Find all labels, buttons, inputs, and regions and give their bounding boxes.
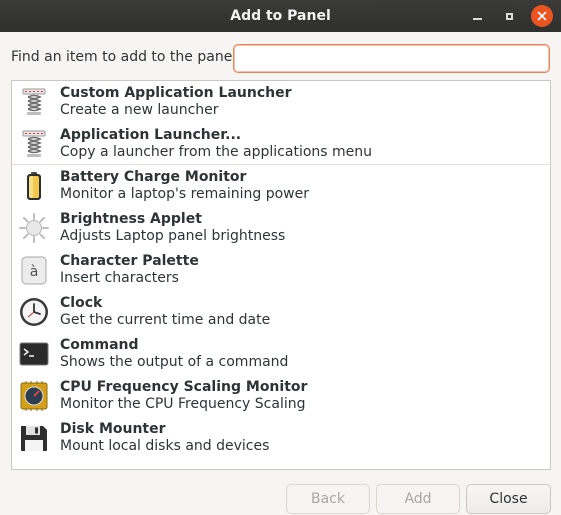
item-description: Monitor a laptop's remaining power bbox=[60, 186, 309, 202]
item-name: Disk Mounter bbox=[60, 421, 166, 437]
list-item[interactable]: Application Launcher... Copy a launcher … bbox=[12, 123, 550, 165]
list-item[interactable]: Clock Get the current time and date bbox=[12, 291, 550, 333]
maximize-button[interactable] bbox=[498, 5, 520, 27]
item-name: Character Palette bbox=[60, 253, 199, 269]
list-item-partial[interactable] bbox=[12, 459, 550, 469]
maximize-icon bbox=[505, 12, 513, 20]
find-label: Find an item to add to the panel: bbox=[11, 49, 241, 65]
launcher-spring-icon bbox=[22, 130, 46, 157]
item-description: Shows the output of a command bbox=[60, 354, 289, 370]
item-name: Battery Charge Monitor bbox=[60, 169, 247, 185]
item-description: Create a new launcher bbox=[60, 102, 219, 118]
launcher-spring-icon bbox=[22, 88, 46, 115]
svg-text:à: à bbox=[30, 264, 39, 280]
cpu-gauge-icon bbox=[20, 381, 48, 411]
item-name: Custom Application Launcher bbox=[60, 85, 292, 101]
item-name: Application Launcher... bbox=[60, 127, 242, 143]
item-description: Copy a launcher from the applications me… bbox=[60, 144, 373, 160]
item-name: Command bbox=[60, 337, 139, 353]
list-item[interactable]: Custom Application Launcher Create a new… bbox=[12, 81, 550, 123]
close-window-button[interactable] bbox=[531, 5, 553, 27]
floppy-disk-icon bbox=[21, 426, 47, 451]
item-description: Get the current time and date bbox=[60, 312, 271, 328]
back-button[interactable]: Back bbox=[286, 484, 370, 514]
title-bar: Add to Panel bbox=[0, 0, 561, 32]
item-description: Insert characters bbox=[60, 270, 179, 286]
search-input[interactable] bbox=[233, 44, 550, 73]
item-name: Clock bbox=[60, 295, 103, 311]
item-description: Mount local disks and devices bbox=[60, 438, 270, 454]
item-description: Adjusts Laptop panel brightness bbox=[60, 228, 286, 244]
item-description: Monitor the CPU Frequency Scaling bbox=[60, 396, 306, 412]
terminal-icon bbox=[19, 342, 49, 366]
minimize-icon bbox=[472, 18, 482, 20]
character-palette-icon: à bbox=[21, 256, 47, 285]
list-item[interactable]: Battery Charge Monitor Monitor a laptop'… bbox=[12, 165, 550, 207]
brightness-sun-icon bbox=[19, 213, 49, 243]
list-item[interactable]: à Character Palette Insert characters bbox=[12, 249, 550, 291]
list-item[interactable]: CPU Frequency Scaling Monitor Monitor th… bbox=[12, 375, 550, 417]
minimize-button[interactable] bbox=[466, 5, 488, 27]
close-button[interactable]: Close bbox=[466, 484, 551, 514]
battery-icon bbox=[27, 172, 41, 200]
item-name: CPU Frequency Scaling Monitor bbox=[60, 379, 308, 395]
item-name: Brightness Applet bbox=[60, 211, 202, 227]
close-icon bbox=[537, 11, 547, 21]
list-item[interactable]: Brightness Applet Adjusts Laptop panel b… bbox=[12, 207, 550, 249]
clock-icon bbox=[20, 298, 48, 326]
list-item[interactable]: Command Shows the output of a command bbox=[12, 333, 550, 375]
list-item[interactable]: Disk Mounter Mount local disks and devic… bbox=[12, 417, 550, 459]
item-list[interactable]: Custom Application Launcher Create a new… bbox=[11, 80, 551, 470]
add-button[interactable]: Add bbox=[376, 484, 460, 514]
